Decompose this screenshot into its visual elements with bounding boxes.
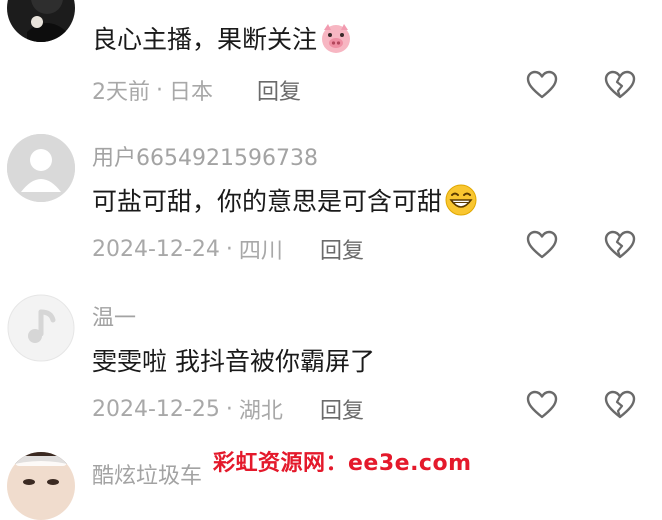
meta-separator: · [225,396,233,422]
avatar[interactable] [7,294,75,362]
meta-separator: · [156,77,163,103]
pig-face-emoji [319,21,353,55]
broken-heart-icon[interactable] [602,67,638,103]
comment-location: 湖北 [238,399,283,424]
avatar[interactable] [7,134,75,202]
comment-date: 2024-12-25 [92,396,220,422]
heart-outline-icon[interactable] [524,387,560,423]
comment-username[interactable]: 用户6654921596738 [92,140,318,172]
reply-button[interactable]: 回复 [320,233,364,265]
meta-separator: · [225,236,233,262]
comment-text: 可盐可甜，你的意思是可含可甜 [92,182,478,218]
comment-meta: 2024-12-24 · 四川 [92,233,283,265]
watermark-text: 彩虹资源网：ee3e.com [213,451,472,476]
comment-username[interactable]: 温一 [92,300,136,332]
comment-meta: 2天前 · 日本 [92,74,213,106]
broken-heart-icon[interactable] [602,227,638,263]
comment-location: 四川 [238,239,283,264]
comment-location: 日本 [169,80,214,105]
avatar[interactable] [7,0,75,42]
comment-date: 2天前 [92,80,150,105]
comment-username[interactable]: 酷炫垃圾车 [92,458,202,490]
heart-outline-icon[interactable] [524,227,560,263]
broken-heart-icon[interactable] [602,387,638,423]
reply-button[interactable]: 回复 [257,74,301,106]
reply-button[interactable]: 回复 [320,393,364,425]
comment-meta: 2024-12-25 · 湖北 [92,393,283,425]
comment-text: 雯雯啦 我抖音被你霸屏了 [92,347,375,376]
comment-date: 2024-12-24 [92,236,220,262]
heart-outline-icon[interactable] [524,67,560,103]
grinning-face-emoji [444,183,478,217]
avatar[interactable] [7,452,75,520]
comment-text: 良心主播，果断关注 [92,20,353,56]
